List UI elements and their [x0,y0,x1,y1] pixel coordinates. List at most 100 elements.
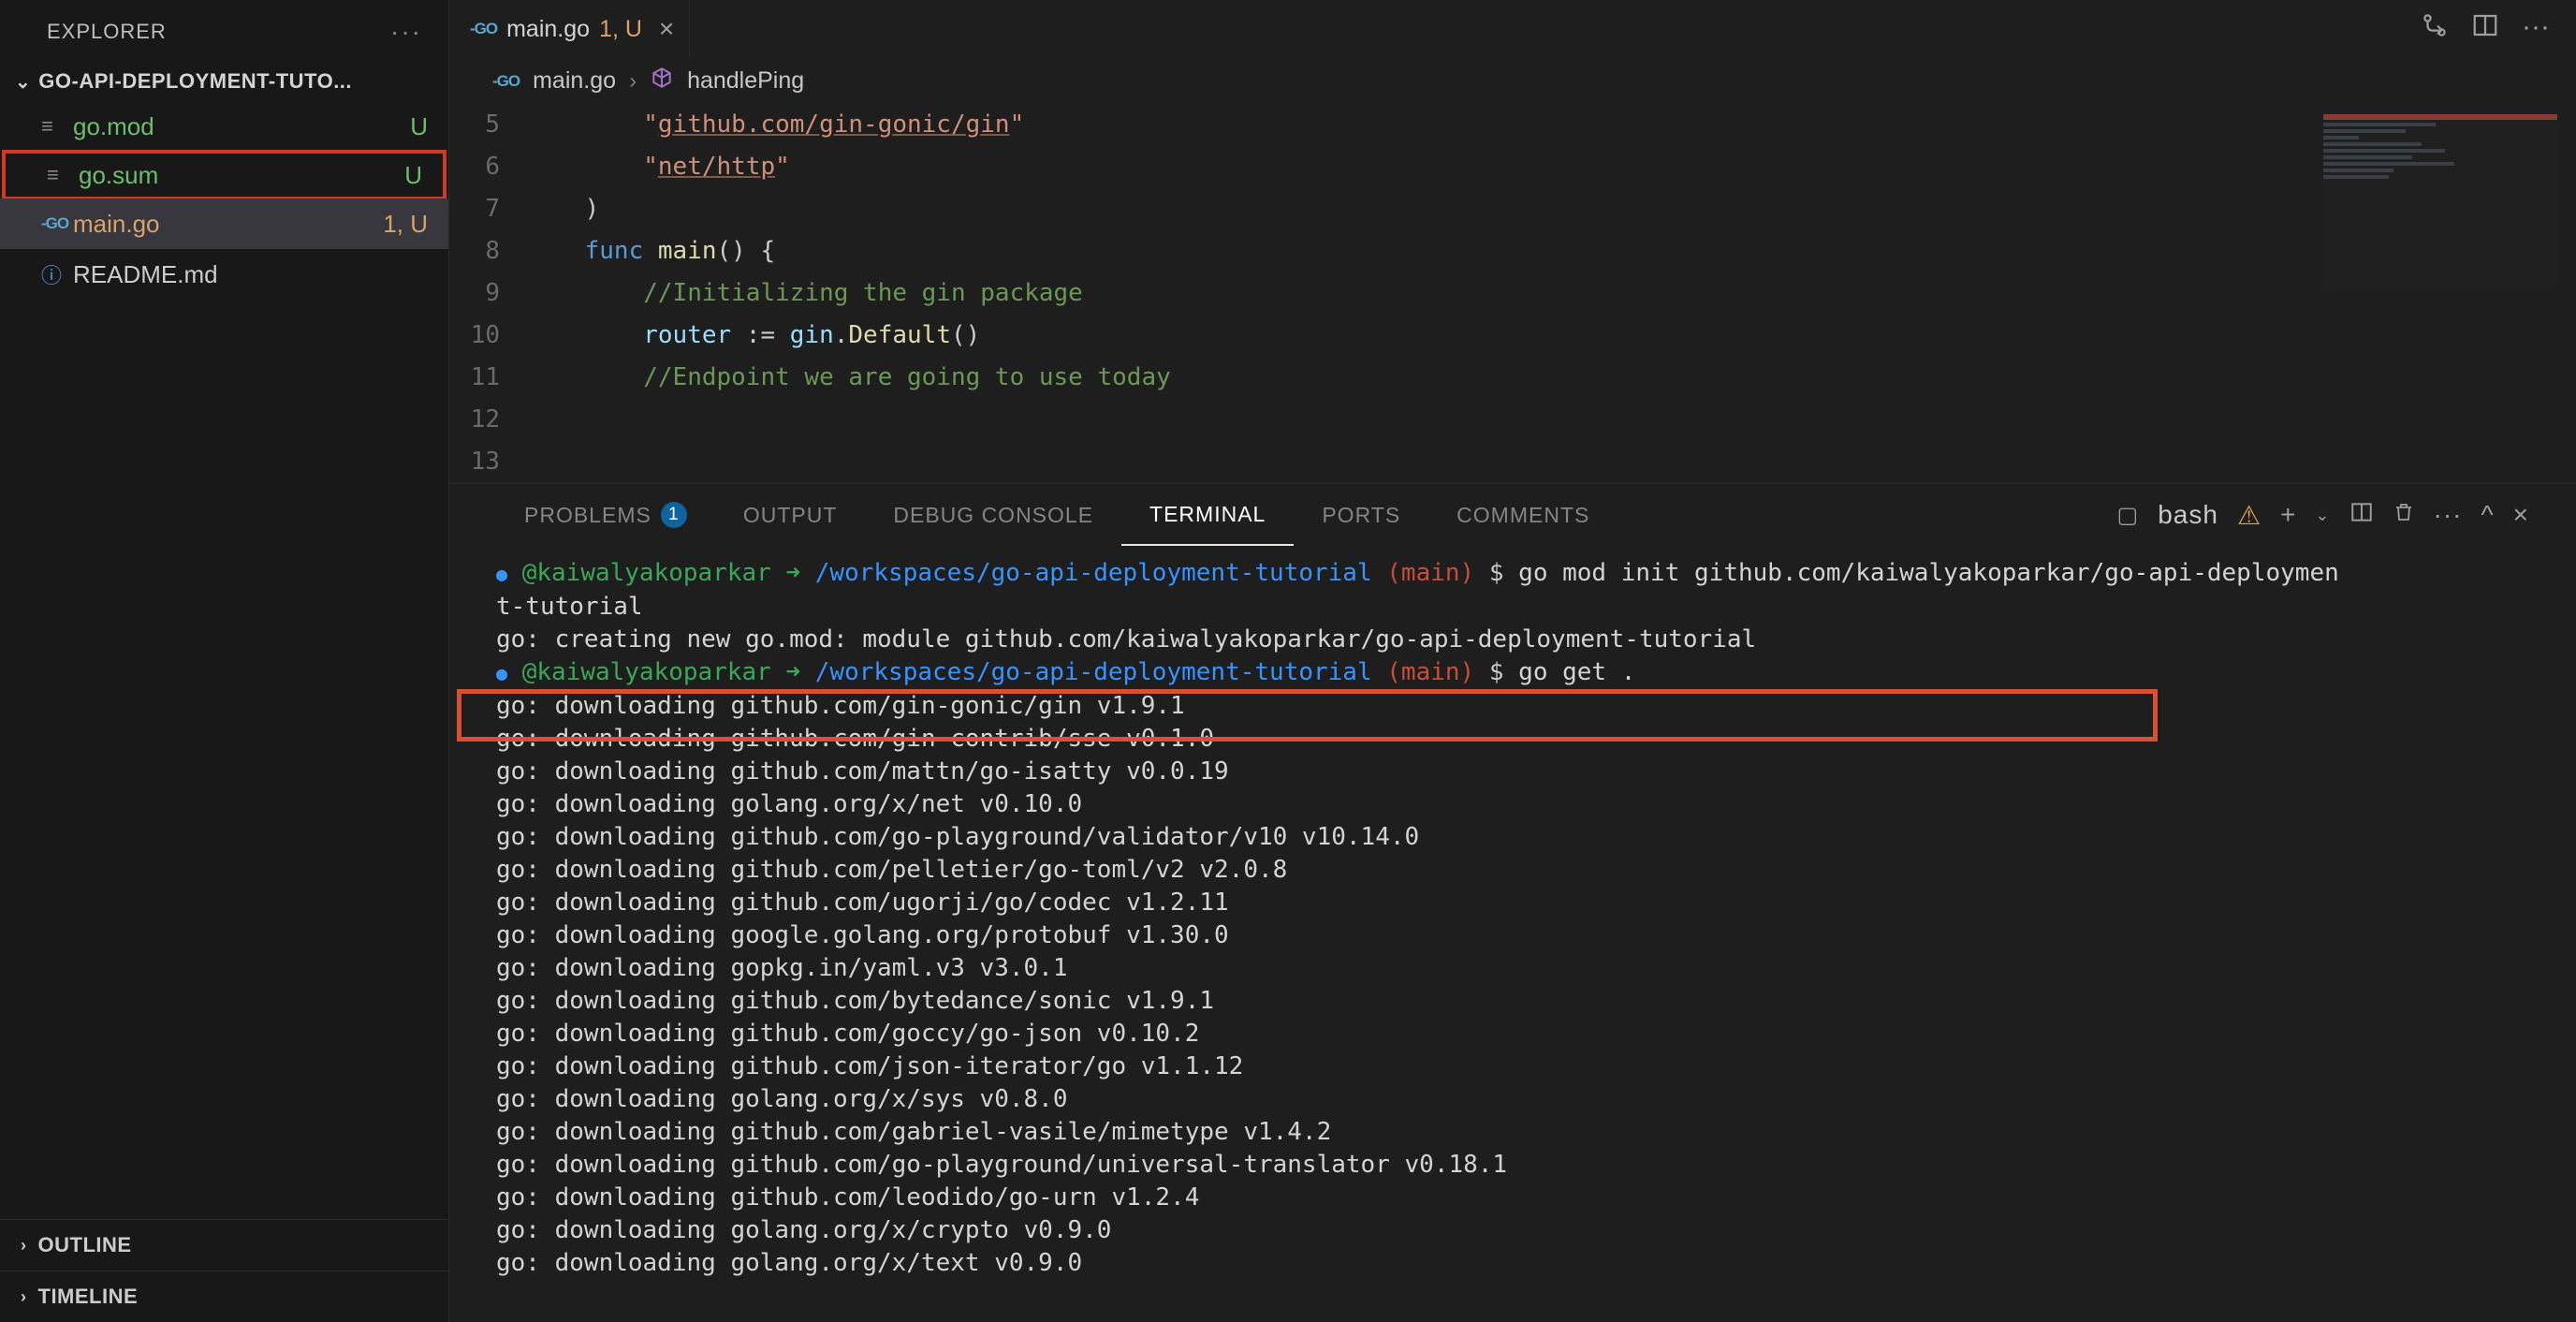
more-icon[interactable]: ··· [390,17,422,47]
terminal-line: go: downloading github.com/go-playground… [496,821,2557,854]
file-item-main.go[interactable]: -GO main.go 1, U [0,198,448,249]
file-icon: ≡ [47,163,79,187]
line-number: 11 [449,357,500,399]
code-line[interactable]: "net/http" [526,146,1171,188]
trash-icon[interactable] [2393,500,2415,530]
line-number: 10 [449,315,500,357]
split-icon[interactable] [2471,11,2499,47]
terminal[interactable]: ● @kaiwalyakoparkar ➜ /workspaces/go-api… [449,546,2576,1322]
go-icon: -GO [41,214,73,233]
split-terminal-icon[interactable] [2349,500,2374,531]
terminal-line: t-tutorial [496,591,2557,624]
terminal-line: go: downloading github.com/bytedance/son… [496,985,2557,1018]
line-number: 5 [449,104,500,146]
terminal-line: go: downloading google.golang.org/protob… [496,919,2557,952]
explorer-header: EXPLORER ··· [0,0,448,62]
file-name: main.go [73,210,383,239]
terminal-line: go: creating new go.mod: module github.c… [496,624,2557,656]
terminal-line: go: downloading github.com/json-iterator… [496,1050,2557,1083]
close-icon[interactable]: × [659,14,674,44]
panel-tab-label: PROBLEMS [524,503,651,528]
breadcrumb-file[interactable]: main.go [533,67,616,95]
panel-tab-label: TERMINAL [1149,502,1266,527]
terminal-line: go: downloading golang.org/x/text v0.9.0 [496,1247,2557,1280]
go-icon: -GO [470,20,497,38]
file-name: README.md [73,260,428,289]
terminal-line: go: downloading github.com/leodido/go-ur… [496,1182,2557,1214]
section-timeline[interactable]: › TIMELINE [0,1271,448,1322]
code-line[interactable]: //Endpoint we are going to use today [526,357,1171,399]
terminal-line: go: downloading golang.org/x/sys v0.8.0 [496,1083,2557,1116]
panel-tab-label: OUTPUT [743,503,838,528]
terminal-line: go: downloading github.com/gin-contrib/s… [496,723,2557,756]
chevron-right-icon: › [21,1236,27,1256]
file-item-go.mod[interactable]: ≡ go.mod U [0,101,448,152]
terminal-prompt: ● @kaiwalyakoparkar ➜ /workspaces/go-api… [496,557,2557,591]
close-icon[interactable]: × [2513,500,2529,530]
panel-tabs: PROBLEMS1 OUTPUT DEBUG CONSOLE TERMINAL … [449,484,2576,546]
file-item-go.sum[interactable]: ≡ go.sum U [2,150,446,200]
tab-file-name: main.go [506,16,590,43]
chevron-up-icon[interactable]: ^ [2481,500,2495,530]
file-name: go.mod [73,112,410,141]
go-icon: -GO [492,72,520,91]
panel-tab-terminal[interactable]: TERMINAL [1121,484,1294,546]
terminal-line: go: downloading github.com/go-playground… [496,1149,2557,1182]
terminal-line: go: downloading github.com/gabriel-vasil… [496,1116,2557,1149]
section-label: OUTLINE [38,1233,132,1257]
file-item-README.md[interactable]: ⓘ README.md [0,249,448,300]
section-outline[interactable]: › OUTLINE [0,1219,448,1271]
file-list: ≡ go.mod U ≡ go.sum U -GO main.go 1, U ⓘ… [0,101,448,1219]
line-number: 12 [449,399,500,441]
minimap[interactable] [2323,111,2557,289]
terminal-line: go: downloading github.com/gin-gonic/gin… [496,690,2557,723]
shell-label[interactable]: bash [2158,500,2218,530]
line-number: 6 [449,146,500,188]
plus-icon[interactable]: + [2280,500,2296,530]
panel-tab-output[interactable]: OUTPUT [715,484,866,546]
chevron-right-icon: › [629,68,637,95]
count-badge: 1 [661,502,687,528]
panel-tab-label: COMMENTS [1456,503,1589,528]
editor[interactable]: 5678910111213 "github.com/gin-gonic/gin"… [449,104,2576,483]
panel-tab-ports[interactable]: PORTS [1294,484,1428,546]
panel-tab-label: DEBUG CONSOLE [893,503,1093,528]
explorer-title: EXPLORER [47,20,167,44]
panel-tab-comments[interactable]: COMMENTS [1428,484,1617,546]
breadcrumb-symbol[interactable]: handlePing [687,67,804,95]
code-line[interactable]: "github.com/gin-gonic/gin" [526,104,1171,146]
chevron-down-icon: ⌄ [15,70,31,94]
symbol-icon [650,66,674,96]
panel-tab-label: PORTS [1322,503,1400,528]
code-line[interactable]: //Initializing the gin package [526,272,1171,315]
file-name: go.sum [79,161,404,190]
code-line[interactable]: router := gin.Default() [526,315,1171,357]
code-line[interactable]: func main() { [526,230,1171,272]
terminal-prompt: ● @kaiwalyakoparkar ➜ /workspaces/go-api… [496,656,2557,690]
project-header[interactable]: ⌄ GO-API-DEPLOYMENT-TUTO... [0,62,448,101]
panel-tab-problems[interactable]: PROBLEMS 1 [496,484,715,546]
panel-tab-debug-console[interactable]: DEBUG CONSOLE [865,484,1121,546]
compare-icon[interactable] [2421,11,2449,47]
file-badge: U [410,112,428,141]
terminal-line: go: downloading github.com/ugorji/go/cod… [496,887,2557,919]
codespace-icon[interactable]: ▢ [2117,502,2140,529]
tab-main-go[interactable]: -GO main.go 1, U × [449,0,690,58]
more-icon[interactable]: ··· [2522,11,2550,47]
code-body[interactable]: "github.com/gin-gonic/gin" "net/http" ) … [526,104,1171,483]
project-name: GO-API-DEPLOYMENT-TUTO... [38,69,352,94]
code-line[interactable]: ) [526,188,1171,230]
file-icon: ≡ [41,114,73,139]
more-icon[interactable]: ··· [2434,500,2463,530]
title-bar: -GO main.go 1, U × ··· [449,0,2576,58]
gutter: 5678910111213 [449,104,526,483]
tab-marker: 1, U [599,16,642,43]
chevron-down-icon[interactable]: ⌄ [2315,506,2330,525]
line-number: 13 [449,441,500,483]
line-number: 9 [449,272,500,315]
terminal-line: go: downloading golang.org/x/net v0.10.0 [496,788,2557,821]
warning-icon[interactable]: ⚠ [2237,500,2261,531]
line-number: 8 [449,230,500,272]
terminal-line: go: downloading golang.org/x/crypto v0.9… [496,1214,2557,1247]
breadcrumbs[interactable]: -GO main.go › handlePing [449,58,2576,104]
